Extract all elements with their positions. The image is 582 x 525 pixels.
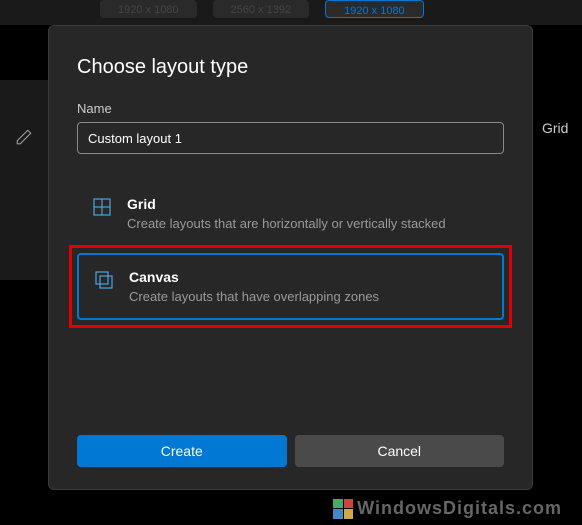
watermark-text: WindowsDigitals.com	[357, 498, 562, 519]
pencil-icon	[15, 128, 33, 146]
layout-option-grid[interactable]: Grid Create layouts that are horizontall…	[77, 182, 504, 245]
watermark-logo-icon	[333, 499, 353, 519]
name-label: Name	[77, 101, 504, 116]
layout-option-canvas[interactable]: Canvas Create layouts that have overlapp…	[77, 253, 504, 320]
canvas-icon	[95, 271, 113, 289]
option-description: Create layouts that have overlapping zon…	[129, 289, 486, 304]
resolution-chip: 1920 x 1080	[100, 0, 197, 18]
resolution-chip-active: 1920 x 1080	[325, 0, 424, 18]
name-input[interactable]	[77, 122, 504, 154]
background-right-label: Grid	[542, 120, 582, 136]
option-title: Canvas	[129, 269, 486, 285]
background-topbar: 1920 x 1080 2560 x 1392 1920 x 1080	[0, 0, 582, 25]
create-button[interactable]: Create	[77, 435, 287, 467]
dialog-button-row: Create Cancel	[77, 435, 504, 467]
cancel-button[interactable]: Cancel	[295, 435, 505, 467]
resolution-chip: 2560 x 1392	[213, 0, 310, 18]
background-sidebar	[0, 80, 48, 280]
watermark: WindowsDigitals.com	[333, 498, 562, 519]
option-description: Create layouts that are horizontally or …	[127, 216, 488, 231]
dialog-title: Choose layout type	[77, 56, 504, 79]
choose-layout-dialog: Choose layout type Name Grid Create layo…	[48, 25, 533, 490]
grid-icon	[93, 198, 111, 216]
option-title: Grid	[127, 196, 488, 212]
